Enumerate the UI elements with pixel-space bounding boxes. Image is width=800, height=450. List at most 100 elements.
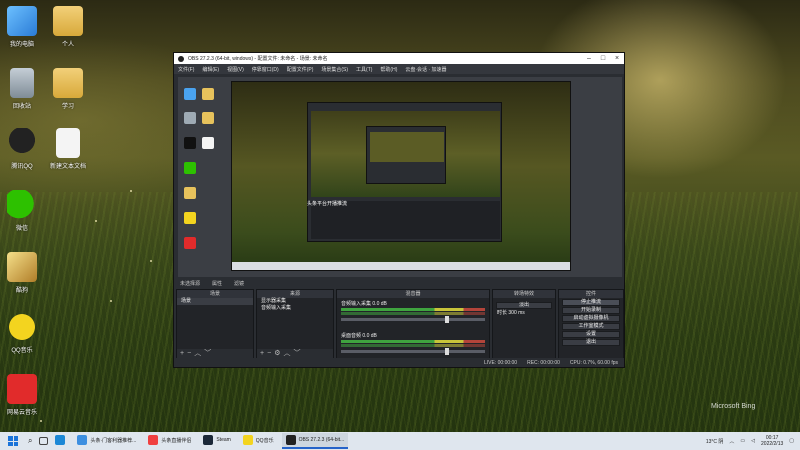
virtual-camera-button[interactable]: 启动虚拟摄像机 [562, 315, 620, 322]
menu-tools[interactable]: 工具(T) [356, 66, 372, 73]
wechat-icon [184, 162, 196, 174]
scenes-footer: +−︿﹀ [177, 349, 253, 358]
network-icon[interactable]: ▭ [740, 438, 745, 444]
netease-music-icon [7, 374, 37, 404]
volume-slider[interactable] [341, 316, 485, 323]
desktop-icon[interactable]: 我的电脑 [0, 6, 44, 48]
taskbar-item-label: Steam [216, 437, 231, 443]
duration-input[interactable]: 300 ms [508, 310, 524, 316]
sparkle [40, 420, 42, 422]
exit-button[interactable]: 退出 [562, 339, 620, 346]
browser-icon [77, 435, 88, 445]
desktop-icon-label: 酷狗 [15, 288, 28, 294]
desktop-icon[interactable]: 酷狗 [0, 252, 44, 294]
maximize-icon[interactable]: □ [596, 53, 610, 64]
desktop-icon[interactable]: 网易云音乐 [0, 374, 44, 416]
menu-docks[interactable]: 停靠窗口(D) [252, 66, 279, 73]
menu-file[interactable]: 文件(F) [178, 66, 194, 73]
clock[interactable]: 00:17 2022/2/13 [761, 435, 783, 447]
source-item[interactable]: 音频输入采集 [257, 305, 333, 312]
obs-window[interactable]: OBS 27.2.3 (64-bit, windows) - 配置文件: 未命名… [173, 52, 625, 368]
menu-edit[interactable]: 编辑(E) [202, 66, 219, 73]
taskbar-item[interactable] [51, 433, 69, 449]
menu-help[interactable]: 帮助(H) [380, 66, 397, 73]
up-icon[interactable]: ︿ [194, 350, 204, 357]
desktop-icon-label: 腾讯QQ [11, 164, 33, 170]
settings-button[interactable]: 设置 [562, 331, 620, 338]
mixer-channel: 音频输入采集 0.0 dB [337, 298, 489, 330]
source-item[interactable]: 显示器采集 [257, 298, 333, 305]
transition-select[interactable]: 淡出 [496, 302, 552, 309]
folder-icon [202, 88, 214, 100]
close-icon[interactable]: × [610, 53, 624, 64]
folder-icon [53, 6, 83, 36]
desktop-icon[interactable]: 腾讯QQ [0, 128, 44, 170]
taskbar-item[interactable]: 头条直播伴侣 [144, 433, 195, 449]
desktop-icon-label: 新建文本文档 [49, 164, 86, 170]
qq-icon [7, 128, 37, 158]
sources-dock: 来源 显示器采集 音频输入采集 +−⚙︿﹀ [256, 289, 334, 359]
desktop-icon-label: 个人 [61, 42, 74, 48]
scenes-dock: 场景 场景 +−︿﹀ [176, 289, 254, 359]
search-icon[interactable]: ⌕ [28, 436, 32, 446]
start-button[interactable] [8, 436, 18, 446]
taskbar-item[interactable]: Steam [199, 433, 234, 449]
minimize-icon[interactable]: – [582, 53, 596, 64]
desktop-icon-label: 网易云音乐 [6, 410, 37, 416]
controls-header: 控件 [559, 290, 623, 298]
taskbar-item-label: QQ音乐 [255, 437, 274, 444]
start-recording-button[interactable]: 开始录制 [562, 307, 620, 314]
preview-area[interactable]: 头条平台开播推流 [178, 77, 622, 277]
properties-button[interactable]: 属性 [212, 280, 222, 287]
desktop-icon[interactable]: QQ音乐 [0, 312, 44, 354]
volume-slider[interactable] [341, 348, 485, 355]
volume-meter [341, 340, 485, 343]
folder-icon [202, 112, 214, 124]
taskbar-item[interactable]: 头条·门客利器推荐... [73, 433, 140, 449]
volume-icon[interactable]: ◁ [751, 438, 755, 444]
status-bar: LIVE: 00:00:00 REC: 00:00:00 CPU: 0.7%, … [174, 358, 624, 367]
desktop-icon[interactable]: 回收站 [0, 68, 44, 110]
menu-profile[interactable]: 配置文件(P) [287, 66, 314, 73]
chevron-up-icon[interactable]: ︿ [729, 438, 734, 445]
down-icon[interactable]: ﹀ [204, 350, 214, 357]
menu-view[interactable]: 视图(V) [227, 66, 244, 73]
app-icon [184, 187, 196, 199]
stop-streaming-button[interactable]: 停止推流 [562, 299, 620, 306]
sparkle [130, 190, 132, 192]
taskbar-item-label: 头条直播伴侣 [161, 437, 192, 444]
scenes-header: 场景 [177, 290, 253, 298]
qq-icon [184, 137, 196, 149]
obs-titlebar[interactable]: OBS 27.2.3 (64-bit, windows) - 配置文件: 未命名… [174, 53, 624, 64]
source-toolbar: 未选择源 属性 滤镜 [178, 279, 622, 287]
desktop-icon[interactable]: 个人 [46, 6, 90, 48]
menu-scene-collection[interactable]: 场景集合(S) [321, 66, 348, 73]
obs-icon [285, 435, 296, 445]
desktop-icon[interactable]: 新建文本文档 [46, 128, 90, 170]
channel-db: 0.0 dB [372, 301, 387, 307]
menu-extra[interactable]: 云盘·会话 · 加速器 [405, 66, 446, 73]
task-view-icon[interactable] [39, 437, 49, 445]
down-icon[interactable]: ﹀ [293, 350, 303, 357]
preview-taskbar [232, 262, 570, 270]
sparkle [150, 260, 152, 262]
scene-item[interactable]: 场景 [177, 298, 253, 305]
desktop-icon[interactable]: 微信 [0, 190, 44, 232]
studio-mode-button[interactable]: 工作室模式 [562, 323, 620, 330]
qq-music-icon [242, 435, 253, 445]
channel-name: 音频输入采集 [341, 301, 372, 307]
taskbar-item[interactable]: QQ音乐 [239, 433, 278, 449]
sources-header: 来源 [257, 290, 333, 298]
taskbar: ⌕ 头条·门客利器推荐... 头条直播伴侣 Steam QQ音乐 OBS 27.… [0, 432, 800, 450]
transitions-dock: 转场特效 淡出 时长 300 ms [492, 289, 556, 359]
taskbar-item[interactable]: OBS 27.2.3 (64-bit... [281, 433, 349, 449]
notification-icon[interactable]: ▢ [789, 438, 794, 444]
window-title: OBS 27.2.3 (64-bit, windows) - 配置文件: 未命名… [188, 56, 328, 62]
up-icon[interactable]: ︿ [283, 350, 293, 357]
filters-button[interactable]: 滤镜 [234, 280, 244, 287]
preview-caption: 头条平台开播推流 [307, 201, 348, 207]
weather-widget[interactable]: 13°C 阴 [706, 438, 724, 445]
netease-music-icon [184, 237, 196, 249]
desktop-icon[interactable]: 学习 [46, 68, 90, 110]
taskbar-item-label: OBS 27.2.3 (64-bit... [298, 437, 345, 443]
